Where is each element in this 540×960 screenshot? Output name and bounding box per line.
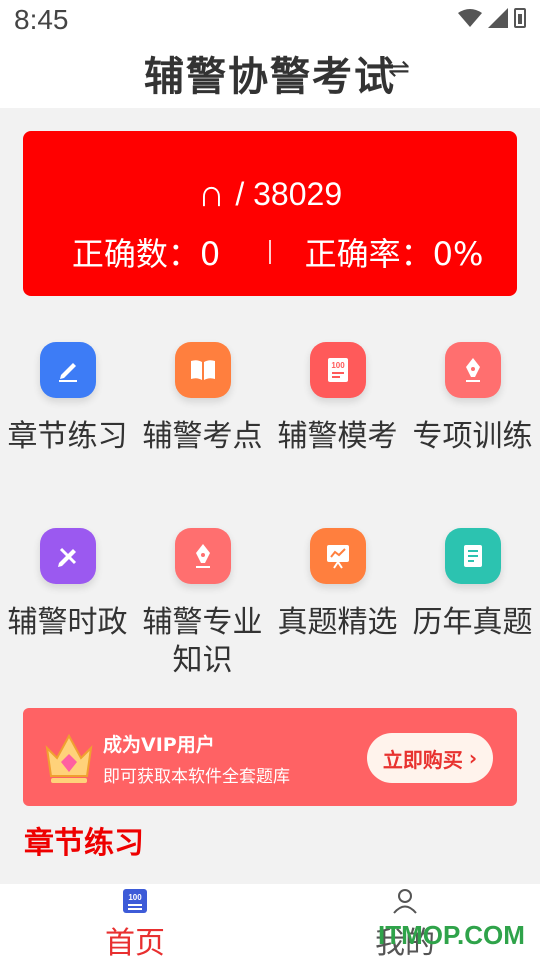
grid-item-professional-knowledge[interactable]: 辅警专业知识 — [135, 528, 270, 680]
watermark: ITMOP.COM — [378, 920, 525, 950]
feature-grid-row-2: 辅警时政 辅警专业知识 真题精选 历年真题 — [0, 528, 540, 680]
status-icons — [458, 8, 526, 28]
vip-banner[interactable]: 成为VIP用户 即可获取本软件全套题库 立即购买 › — [23, 708, 517, 806]
chevron-right-icon: › — [468, 746, 478, 770]
grid-item-past-exams[interactable]: 历年真题 — [405, 528, 540, 680]
feature-grid-row-1: 章节练习 辅警考点 100 辅警模考 专项训练 — [0, 342, 540, 456]
vip-subtitle: 即可获取本软件全套题库 — [103, 767, 290, 787]
signal-icon — [488, 8, 508, 28]
status-time: 8:45 — [14, 4, 69, 35]
app-header: 辅警协警考试 ⇌ — [0, 40, 540, 108]
section-title: 章节练习 — [24, 826, 144, 861]
document-icon — [444, 528, 501, 584]
done-count: ∩ — [197, 173, 226, 215]
grid-label: 辅警专业知识 — [142, 605, 263, 678]
wifi-icon — [458, 9, 482, 27]
correct-rate: 正确率：0% — [304, 235, 484, 273]
buy-now-button[interactable]: 立即购买 › — [367, 733, 493, 783]
grid-item-chapter-practice[interactable]: 章节练习 — [0, 342, 135, 456]
user-icon — [393, 889, 417, 914]
score-stats: 正确数：0 正确率：0% — [23, 229, 517, 275]
pen-icon — [444, 342, 501, 398]
svg-text:100: 100 — [128, 893, 142, 902]
pen-cross-icon — [39, 528, 96, 584]
grid-label: 辅警模考 — [277, 419, 398, 454]
grid-label: 章节练习 — [7, 419, 128, 454]
exam-100-icon: 100 — [309, 342, 366, 398]
grid-label: 辅警时政 — [7, 605, 128, 640]
grid-item-special-training[interactable]: 专项训练 — [405, 342, 540, 456]
total-count: / 38029 — [235, 176, 343, 212]
nav-label-home: 首页 — [105, 926, 165, 960]
progress-row: ∩ / 38029 — [23, 173, 517, 216]
pencil-edit-icon — [39, 342, 96, 398]
score-card: ∩ / 38029 正确数：0 正确率：0% — [23, 131, 517, 296]
switch-icon[interactable]: ⇌ — [388, 54, 410, 84]
grid-label: 专项训练 — [412, 419, 533, 454]
grid-item-exam-points[interactable]: 辅警考点 — [135, 342, 270, 456]
chart-board-icon — [309, 528, 366, 584]
grid-item-mock-exam[interactable]: 100 辅警模考 — [270, 342, 405, 456]
book-icon — [174, 342, 231, 398]
buy-now-label: 立即购买 — [382, 747, 463, 772]
grid-label: 辅警考点 — [142, 419, 263, 454]
home-exam-icon: 100 — [123, 889, 147, 913]
pen-icon — [174, 528, 231, 584]
correct-count: 正确数：0 — [71, 235, 221, 273]
nav-item-home[interactable]: 100 首页 — [0, 884, 270, 960]
grid-label: 历年真题 — [412, 605, 533, 640]
crown-icon — [45, 733, 93, 783]
battery-icon — [514, 8, 526, 28]
page-title: 辅警协警考试 — [144, 54, 396, 100]
grid-label: 真题精选 — [277, 605, 398, 640]
svg-text:100: 100 — [331, 361, 345, 370]
status-bar: 8:45 — [0, 0, 540, 40]
grid-item-selected-questions[interactable]: 真题精选 — [270, 528, 405, 680]
grid-item-current-affairs[interactable]: 辅警时政 — [0, 528, 135, 680]
vip-title: 成为VIP用户 — [103, 734, 215, 756]
